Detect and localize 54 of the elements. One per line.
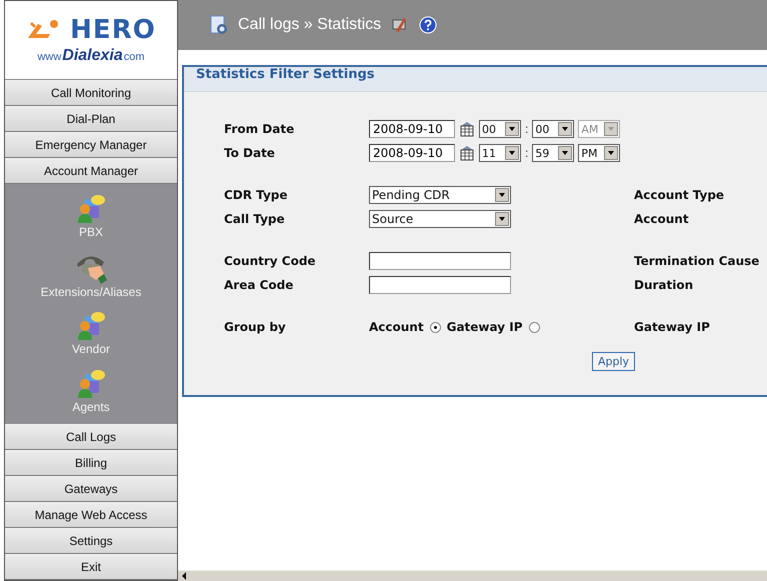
sidebar-item[interactable]: Exit <box>5 554 177 580</box>
logo-com: com <box>124 50 145 63</box>
radio-label: Account <box>369 320 424 334</box>
date-field[interactable]: 2008-09-10 <box>369 120 455 138</box>
field-label: Area Code <box>224 278 294 292</box>
sidebar-item[interactable]: Dial-Plan <box>5 106 177 132</box>
field-label: Termination Cause <box>634 254 760 268</box>
minute-select[interactable]: 00 <box>532 120 574 138</box>
sidebar-item[interactable]: Account Manager <box>5 158 177 184</box>
field-label: Country Code <box>224 254 317 268</box>
logo-brand: HERO <box>70 14 156 45</box>
document-icon <box>210 15 228 35</box>
breadcrumb: Call logs » Statistics <box>238 16 382 34</box>
radio-button[interactable] <box>430 322 441 332</box>
field-label: Duration <box>634 278 694 292</box>
input-field[interactable] <box>369 276 511 294</box>
time-separator: : <box>525 122 528 136</box>
radio-label: Gateway IP <box>446 320 522 334</box>
logo-name: Dialexia <box>62 46 123 65</box>
sidebar-item[interactable]: Emergency Manager <box>5 132 177 158</box>
help-icon[interactable] <box>419 16 438 34</box>
input-field[interactable] <box>369 252 511 270</box>
sidebar-item[interactable]: Settings <box>5 528 177 554</box>
field-label: Group by <box>224 320 287 334</box>
field-label: CDR Type <box>224 188 288 202</box>
logo-www: www <box>37 50 62 63</box>
field-label: Call Type <box>224 212 286 226</box>
field-label: Gateway IP <box>634 320 711 334</box>
radio-button[interactable] <box>528 322 540 332</box>
apply-button[interactable]: Apply <box>592 352 636 371</box>
time-separator: : <box>525 146 528 160</box>
field-label: Account <box>634 212 690 226</box>
sidebar-item[interactable]: Gateways <box>5 476 177 502</box>
horizontal-scrollbar[interactable] <box>178 570 767 581</box>
field-label: To Date <box>224 146 276 160</box>
users-icon <box>76 194 106 224</box>
am-pm-select[interactable]: PM <box>578 144 620 162</box>
dropdown[interactable]: Source <box>369 210 511 228</box>
sidebar-item[interactable]: Billing <box>5 450 177 476</box>
calendar-icon[interactable] <box>459 121 475 137</box>
minute-select[interactable]: 59 <box>532 144 574 162</box>
users-icon <box>76 368 106 399</box>
dropdown[interactable]: Pending CDR <box>369 186 511 204</box>
hour-select[interactable]: 11 <box>479 144 521 162</box>
field-label: Account Type <box>634 188 726 202</box>
date-field[interactable]: 2008-09-10 <box>369 144 455 162</box>
hour-select[interactable]: 00 <box>479 120 521 138</box>
sidebar-item[interactable]: Manage Web Access <box>5 502 177 528</box>
panel-title: Statistics Filter Settings <box>184 67 767 92</box>
sidebar-item[interactable]: Call Monitoring <box>5 80 177 106</box>
users-icon <box>76 311 106 342</box>
sidebar-item[interactable]: Call Logs <box>5 424 177 450</box>
field-label: From Date <box>224 122 296 136</box>
calendar-icon[interactable] <box>459 145 475 161</box>
